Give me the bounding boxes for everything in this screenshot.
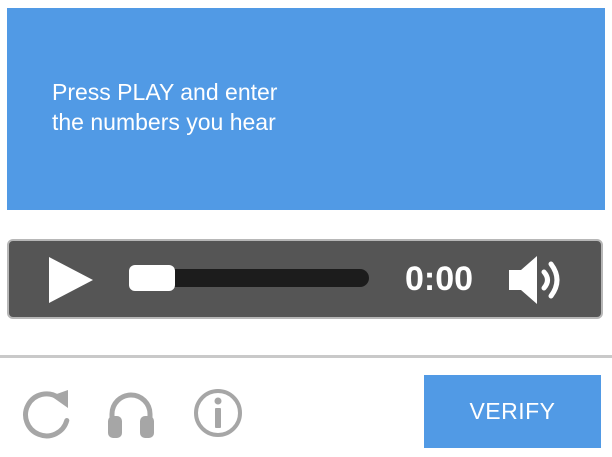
- audio-challenge-button[interactable]: [103, 386, 159, 440]
- headphones-icon: [108, 392, 154, 438]
- instructions-line-1: Press PLAY and enter: [52, 79, 278, 105]
- reload-icon: [23, 390, 70, 439]
- instructions-line-2: the numbers you hear: [52, 109, 276, 135]
- audio-player: 0:00: [7, 239, 603, 319]
- volume-icon: [509, 256, 560, 304]
- instructions-text: Press PLAY and enter the numbers you hea…: [52, 77, 372, 137]
- info-icon: [194, 389, 242, 437]
- volume-button[interactable]: [503, 253, 573, 307]
- time-readout: 0:00: [404, 260, 474, 298]
- progress-bar[interactable]: [129, 265, 369, 291]
- captcha-widget: Press PLAY and enter the numbers you hea…: [0, 0, 612, 457]
- play-button[interactable]: [45, 255, 97, 305]
- progress-handle[interactable]: [129, 265, 175, 291]
- divider: [0, 355, 612, 358]
- play-icon: [49, 257, 93, 303]
- help-button[interactable]: [190, 386, 246, 440]
- verify-button[interactable]: VERIFY: [424, 375, 601, 448]
- reload-button[interactable]: [18, 386, 74, 440]
- instructions-banner: Press PLAY and enter the numbers you hea…: [7, 8, 605, 210]
